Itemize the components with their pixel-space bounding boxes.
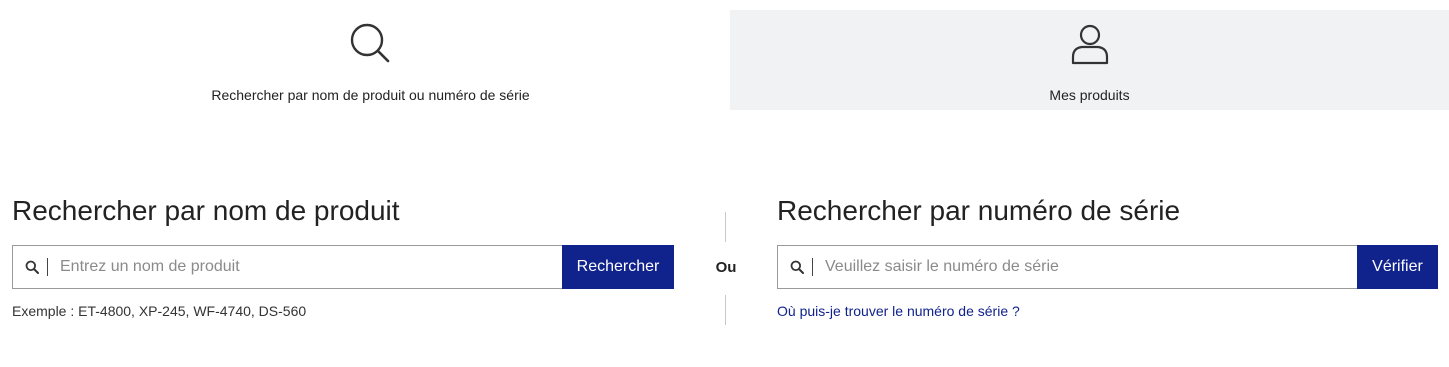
divider-bottom xyxy=(725,295,726,325)
or-label: Ou xyxy=(715,259,737,276)
tab-search[interactable]: Rechercher par nom de produit ou numéro … xyxy=(11,10,730,110)
tab-search-label: Rechercher par nom de produit ou numéro … xyxy=(211,87,530,103)
search-separator xyxy=(47,258,48,276)
product-search-row: Rechercher xyxy=(12,245,674,289)
serial-search-box xyxy=(777,245,1357,289)
product-search-example: Exemple : ET-4800, XP-245, WF-4740, DS-5… xyxy=(12,303,307,319)
search-button[interactable]: Rechercher xyxy=(562,245,674,289)
product-search-title: Rechercher par nom de produit xyxy=(12,195,400,226)
tab-my-products[interactable]: Mes produits xyxy=(730,10,1449,110)
serial-search-section: Rechercher par numéro de série Vérifier … xyxy=(777,195,1438,321)
divider-top xyxy=(725,212,726,242)
search-separator xyxy=(812,258,813,276)
tab-bar: Rechercher par nom de produit ou numéro … xyxy=(11,10,1449,110)
serial-number-input[interactable] xyxy=(823,257,1357,277)
product-search-box xyxy=(12,245,562,289)
tab-my-products-label: Mes produits xyxy=(1049,87,1130,103)
search-icon xyxy=(790,260,804,274)
serial-search-title: Rechercher par numéro de série xyxy=(777,195,1181,226)
search-icon xyxy=(25,260,39,274)
product-search-section: Rechercher par nom de produit Rechercher… xyxy=(12,195,674,319)
verify-button[interactable]: Vérifier xyxy=(1357,245,1438,289)
serial-help-link[interactable]: Où puis-je trouver le numéro de série ? xyxy=(777,303,1020,319)
serial-search-row: Vérifier xyxy=(777,245,1438,289)
search-icon xyxy=(350,23,389,63)
product-name-input[interactable] xyxy=(58,257,562,277)
user-icon xyxy=(1071,24,1108,65)
